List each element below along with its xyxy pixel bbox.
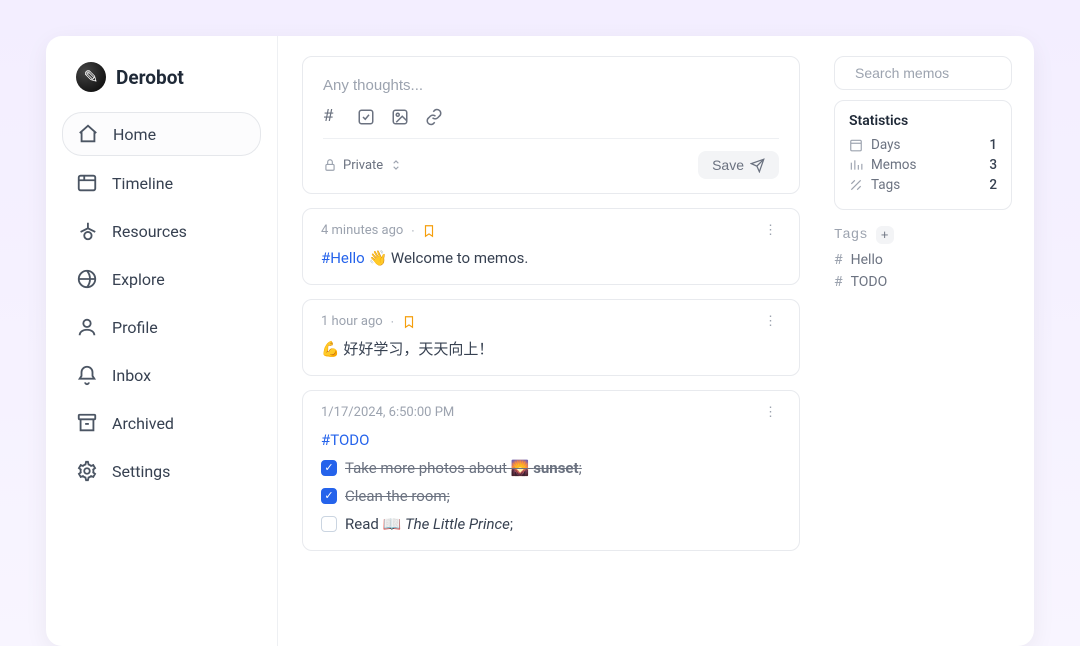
- sidebar-item-home[interactable]: Home: [62, 112, 261, 156]
- todo-text: Read 📖 The Little Prince;: [345, 512, 513, 536]
- save-button[interactable]: Save: [698, 151, 779, 179]
- stat-row-memos: Memos 3: [849, 157, 997, 173]
- stat-label: Memos: [871, 157, 916, 173]
- memo-more-button[interactable]: ⋮: [760, 405, 781, 420]
- profile-icon: [76, 316, 98, 338]
- sidebar-item-inbox[interactable]: Inbox: [62, 354, 261, 396]
- memo-body: 💪 好好学习，天天向上！: [321, 337, 781, 361]
- sidebar-item-label: Explore: [112, 270, 165, 289]
- memo-time: 1/17/2024, 6:50:00 PM: [321, 405, 454, 420]
- todo-item: Clean the room;: [321, 484, 781, 508]
- brand: ✎ Derobot: [62, 62, 261, 92]
- memo-time: 4 minutes ago: [321, 223, 403, 238]
- stat-row-tags: Tags 2: [849, 177, 997, 193]
- sidebar-item-label: Settings: [112, 462, 170, 481]
- brand-logo-icon: ✎: [76, 62, 106, 92]
- stat-label: Days: [871, 137, 900, 153]
- hash-icon: #: [834, 252, 843, 268]
- composer-input[interactable]: [323, 77, 779, 94]
- checkbox-icon[interactable]: [357, 108, 375, 126]
- bookmark-icon: [422, 224, 436, 238]
- visibility-label: Private: [343, 158, 383, 173]
- todo-text: Take more photos about 🌄 sunset;: [345, 456, 582, 480]
- memo-more-button[interactable]: ⋮: [760, 314, 781, 329]
- sidebar-item-settings[interactable]: Settings: [62, 450, 261, 492]
- stat-icon: [849, 178, 863, 192]
- stat-icon: [849, 158, 863, 172]
- sidebar-item-archived[interactable]: Archived: [62, 402, 261, 444]
- sidebar-item-timeline[interactable]: Timeline: [62, 162, 261, 204]
- link-icon[interactable]: [425, 108, 443, 126]
- home-icon: [77, 123, 99, 145]
- tag-item-todo[interactable]: # TODO: [834, 274, 1012, 290]
- settings-icon: [76, 460, 98, 482]
- image-icon[interactable]: [391, 108, 409, 126]
- timeline-icon: [76, 172, 98, 194]
- sidebar-item-label: Archived: [112, 414, 174, 433]
- memo-list: 4 minutes ago·⋮#Hello 👋 Welcome to memos…: [302, 208, 800, 551]
- memo-body: #Hello 👋 Welcome to memos.: [321, 246, 781, 270]
- stats-rows: Days 1 Memos 3 Tags 2: [849, 137, 997, 193]
- memo-card: 4 minutes ago·⋮#Hello 👋 Welcome to memos…: [302, 208, 800, 285]
- chevron-updown-icon: [389, 158, 403, 172]
- bookmark-icon: [402, 315, 416, 329]
- memo-body: #TODOTake more photos about 🌄 sunset;Cle…: [321, 428, 781, 536]
- stat-value: 2: [989, 177, 997, 193]
- memo-card: 1 hour ago·⋮💪 好好学习，天天向上！: [302, 299, 800, 376]
- search-input[interactable]: [855, 65, 1034, 81]
- sidebar-item-label: Resources: [112, 222, 187, 241]
- todo-text: Clean the room;: [345, 484, 450, 508]
- sidebar-item-label: Profile: [112, 318, 158, 337]
- composer: # Private Save: [302, 56, 800, 194]
- stat-value: 3: [989, 157, 997, 173]
- stat-value: 1: [989, 137, 997, 153]
- explore-icon: [76, 268, 98, 290]
- tag-name: Hello: [851, 252, 883, 268]
- brand-name: Derobot: [116, 66, 184, 89]
- statistics-card: Statistics Days 1 Memos 3 Tags 2: [834, 100, 1012, 210]
- add-tag-button[interactable]: +: [876, 226, 894, 244]
- todo-checkbox[interactable]: [321, 488, 337, 504]
- hash-icon[interactable]: #: [323, 108, 341, 126]
- resources-icon: [76, 220, 98, 242]
- visibility-selector[interactable]: Private: [323, 158, 403, 173]
- sidebar-item-label: Timeline: [112, 174, 173, 193]
- memo-more-button[interactable]: ⋮: [760, 223, 781, 238]
- tag-item-hello[interactable]: # Hello: [834, 252, 1012, 268]
- todo-checkbox[interactable]: [321, 460, 337, 476]
- nav-list: Home Timeline Resources Explore Profile Inbox…: [62, 112, 261, 492]
- inbox-icon: [76, 364, 98, 386]
- right-panel: Statistics Days 1 Memos 3 Tags 2 Tags + # Hell…: [824, 36, 1034, 646]
- sidebar-item-resources[interactable]: Resources: [62, 210, 261, 252]
- sidebar: ✎ Derobot Home Timeline Resources Explore Pr…: [46, 36, 278, 646]
- tag-list: # Hello # TODO: [834, 252, 1012, 290]
- tags-title: Tags: [834, 227, 868, 243]
- stat-icon: [849, 138, 863, 152]
- stat-label: Tags: [871, 177, 900, 193]
- statistics-title: Statistics: [849, 113, 997, 129]
- todo-checkbox[interactable]: [321, 516, 337, 532]
- memo-time: 1 hour ago: [321, 314, 383, 329]
- archived-icon: [76, 412, 98, 434]
- memo-card: 1/17/2024, 6:50:00 PM ⋮ #TODOTake more pho…: [302, 390, 800, 551]
- tags-header: Tags +: [834, 226, 1012, 244]
- lock-icon: [323, 158, 337, 172]
- main-column: # Private Save 4 minutes ago·⋮#Hello 👋 W…: [278, 36, 824, 646]
- sidebar-item-label: Home: [113, 125, 156, 144]
- send-icon: [750, 158, 765, 173]
- sidebar-item-explore[interactable]: Explore: [62, 258, 261, 300]
- tag-name: TODO: [851, 274, 888, 290]
- todo-item: Read 📖 The Little Prince;: [321, 512, 781, 536]
- composer-toolbar: #: [323, 108, 779, 139]
- hash-icon: #: [834, 274, 843, 290]
- sidebar-item-profile[interactable]: Profile: [62, 306, 261, 348]
- sidebar-item-label: Inbox: [112, 366, 151, 385]
- todo-item: Take more photos about 🌄 sunset;: [321, 456, 781, 480]
- search-box[interactable]: [834, 56, 1012, 90]
- stat-row-days: Days 1: [849, 137, 997, 153]
- app-frame: ✎ Derobot Home Timeline Resources Explore Pr…: [46, 36, 1034, 646]
